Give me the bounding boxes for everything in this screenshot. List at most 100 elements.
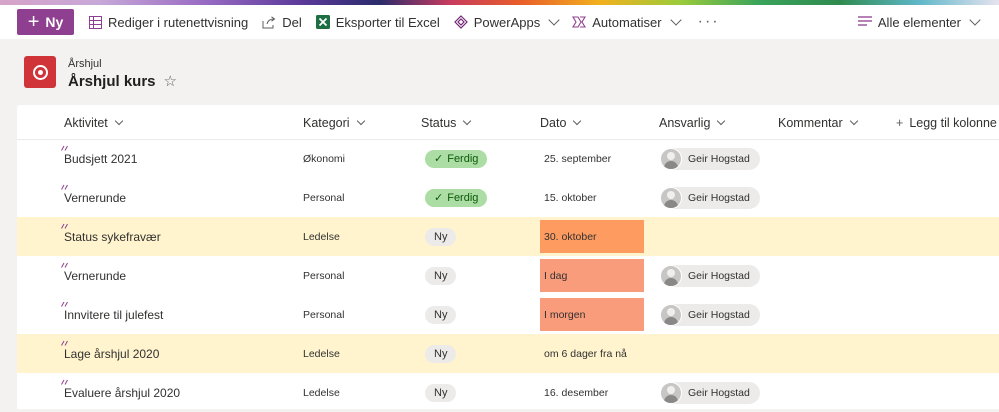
activity-title[interactable]: Budsjett 2021 bbox=[64, 152, 137, 166]
chevron-down-icon bbox=[463, 116, 472, 126]
status-cell: Ny bbox=[425, 295, 457, 334]
export-excel-button[interactable]: Eksporter til Excel bbox=[315, 14, 440, 30]
person-chip[interactable]: Geir Hogstad bbox=[660, 186, 760, 209]
checkmark-icon: ✓ bbox=[434, 153, 444, 165]
responsible-cell: Geir Hogstad bbox=[660, 256, 760, 295]
grid-view-label: Rediger i rutenettvisning bbox=[108, 14, 249, 30]
status-cell: Ny bbox=[425, 217, 457, 256]
new-item-icon bbox=[61, 301, 68, 307]
table-row[interactable]: Status sykefravær Ledelse Ny 30. oktober bbox=[17, 217, 999, 256]
activity-title[interactable]: Lage årshjul 2020 bbox=[64, 347, 159, 361]
column-header-category[interactable]: Kategori bbox=[303, 116, 365, 130]
column-header-label: Aktivitet bbox=[64, 116, 108, 130]
responsible-cell: Geir Hogstad bbox=[660, 178, 760, 217]
table-row[interactable]: Innvitere til julefest Personal Ny I mor… bbox=[17, 295, 999, 334]
command-bar: + Ny Rediger i rutenettvisning Del Ekspo… bbox=[0, 5, 999, 39]
table-row[interactable]: Vernerunde Personal Ny I dag Geir Hogsta… bbox=[17, 256, 999, 295]
date-cell: I morgen bbox=[540, 298, 644, 331]
status-cell: ✓ Ferdig bbox=[425, 139, 488, 178]
new-item-icon bbox=[61, 145, 68, 151]
site-logo[interactable] bbox=[24, 56, 56, 88]
activity-cell[interactable]: Lage årshjul 2020 bbox=[61, 334, 159, 373]
chevron-down-icon bbox=[849, 116, 858, 126]
powerapps-icon bbox=[453, 15, 468, 29]
person-chip[interactable]: Geir Hogstad bbox=[660, 381, 760, 404]
table-row[interactable]: Evaluere årshjul 2020 Ledelse Ny 16. des… bbox=[17, 373, 999, 412]
category-cell: Personal bbox=[303, 191, 345, 204]
page-title: Årshjul kurs bbox=[68, 72, 156, 90]
new-item-icon bbox=[61, 184, 68, 190]
share-label: Del bbox=[282, 14, 302, 30]
share-icon bbox=[262, 15, 276, 29]
category-cell: Ledelse bbox=[303, 230, 340, 243]
table-row[interactable]: Budsjett 2021 Økonomi ✓ Ferdig 25. septe… bbox=[17, 139, 999, 178]
person-chip[interactable]: Geir Hogstad bbox=[660, 303, 760, 326]
grid-icon bbox=[88, 15, 102, 29]
column-header-comment[interactable]: Kommentar bbox=[778, 116, 858, 130]
person-name: Geir Hogstad bbox=[688, 269, 750, 282]
export-label: Eksporter til Excel bbox=[335, 14, 440, 30]
date-cell: om 6 dager fra nå bbox=[544, 347, 627, 360]
date-cell: I dag bbox=[540, 259, 644, 292]
activity-cell[interactable]: Status sykefravær bbox=[61, 217, 161, 256]
activity-cell[interactable]: Budsjett 2021 bbox=[61, 139, 137, 178]
avatar bbox=[660, 303, 682, 326]
column-header-responsible[interactable]: Ansvarlig bbox=[659, 116, 726, 130]
favorite-star-icon[interactable]: ☆ bbox=[164, 72, 177, 90]
status-badge: Ny bbox=[425, 227, 457, 246]
activity-title[interactable]: Status sykefravær bbox=[64, 230, 161, 244]
responsible-cell: Geir Hogstad bbox=[660, 373, 760, 412]
avatar bbox=[660, 264, 682, 287]
share-button[interactable]: Del bbox=[262, 15, 302, 30]
view-selector[interactable]: Alle elementer bbox=[857, 14, 981, 30]
new-button[interactable]: + Ny bbox=[17, 9, 74, 35]
category-cell: Ledelse bbox=[303, 347, 340, 360]
page-title-row: Årshjul kurs ☆ bbox=[68, 72, 177, 91]
status-badge: ✓ Ferdig bbox=[425, 149, 488, 168]
table-row[interactable]: Vernerunde Personal ✓ Ferdig 15. oktober… bbox=[17, 178, 999, 217]
new-item-icon bbox=[61, 262, 68, 268]
checkmark-icon: ✓ bbox=[434, 192, 444, 204]
excel-icon bbox=[315, 15, 330, 29]
status-badge: Ny bbox=[425, 305, 457, 324]
breadcrumb[interactable]: Årshjul bbox=[68, 58, 102, 70]
powerapps-menu[interactable]: PowerApps bbox=[453, 14, 560, 30]
activity-cell[interactable]: Evaluere årshjul 2020 bbox=[61, 373, 180, 412]
activity-title[interactable]: Innvitere til julefest bbox=[64, 308, 163, 322]
grid-view-button[interactable]: Rediger i rutenettvisning bbox=[88, 15, 248, 30]
activity-cell[interactable]: Innvitere til julefest bbox=[61, 295, 163, 334]
activity-cell[interactable]: Vernerunde bbox=[61, 178, 126, 217]
more-options-icon[interactable]: ··· bbox=[698, 13, 720, 31]
status-badge: Ny bbox=[425, 344, 457, 363]
category-cell: Personal bbox=[303, 269, 345, 282]
date-cell: 15. oktober bbox=[544, 191, 597, 204]
column-header-row: Aktivitet Kategori Status Dato Ansvarlig… bbox=[17, 105, 999, 140]
person-chip[interactable]: Geir Hogstad bbox=[660, 264, 760, 287]
person-name: Geir Hogstad bbox=[688, 386, 750, 399]
column-header-status[interactable]: Status bbox=[421, 116, 472, 130]
automate-label: Automatiser bbox=[592, 14, 662, 30]
activity-title[interactable]: Evaluere årshjul 2020 bbox=[64, 386, 180, 400]
chevron-down-icon bbox=[669, 14, 682, 26]
person-chip[interactable]: Geir Hogstad bbox=[660, 147, 760, 170]
status-badge: Ny bbox=[425, 266, 457, 285]
chevron-down-icon bbox=[573, 116, 582, 126]
activity-title[interactable]: Vernerunde bbox=[64, 191, 126, 205]
column-header-date[interactable]: Dato bbox=[540, 116, 582, 130]
activity-cell[interactable]: Vernerunde bbox=[61, 256, 126, 295]
column-header-activity[interactable]: Aktivitet bbox=[64, 116, 124, 130]
avatar bbox=[660, 186, 682, 209]
plus-icon: + bbox=[896, 116, 904, 130]
column-header-label: Dato bbox=[540, 116, 567, 130]
status-label: Ferdig bbox=[447, 191, 479, 204]
date-cell: 25. september bbox=[544, 152, 612, 165]
status-cell: Ny bbox=[425, 256, 457, 295]
activity-title[interactable]: Vernerunde bbox=[64, 269, 126, 283]
category-cell: Ledelse bbox=[303, 386, 340, 399]
add-column-label: Legg til kolonne bbox=[909, 116, 997, 130]
new-button-label: Ny bbox=[45, 14, 64, 30]
chevron-down-icon bbox=[114, 116, 124, 126]
table-row[interactable]: Lage årshjul 2020 Ledelse Ny om 6 dager … bbox=[17, 334, 999, 373]
automate-menu[interactable]: Automatiser bbox=[572, 14, 682, 30]
add-column-button[interactable]: + Legg til kolonne bbox=[896, 116, 999, 130]
